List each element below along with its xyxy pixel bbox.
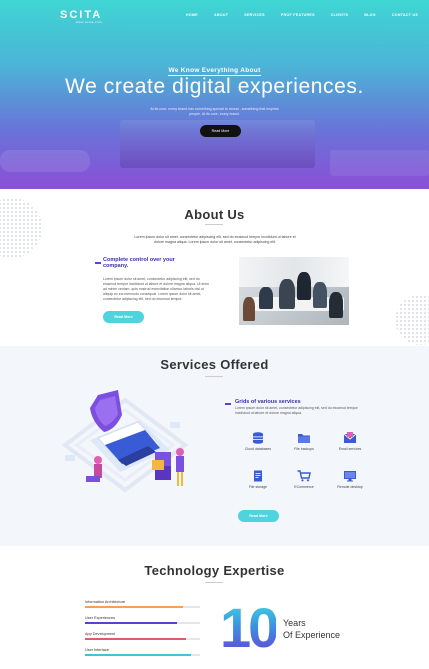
skill-progress-track: [85, 622, 200, 624]
folder-icon: [298, 434, 310, 443]
nav-item-home[interactable]: HOME: [186, 13, 198, 17]
hero-kicker: We Know Everything About: [0, 67, 429, 76]
file-storage-icon: [254, 470, 262, 482]
services-read-more-button[interactable]: Read More: [238, 510, 279, 522]
hero-background-device: [0, 150, 90, 172]
page: SCITA www.scita.com HOME ABOUT SERVICES …: [0, 0, 429, 669]
skill-progress-fill: [85, 606, 183, 608]
feature-label: ECommerce: [294, 485, 314, 489]
about-text: Lorem ipsum dolor sit amet, consectetur …: [103, 277, 210, 301]
skill-progress-fill: [85, 654, 191, 656]
years-number: 10: [220, 596, 279, 659]
skill-item: User Experiences: [85, 616, 200, 624]
feature-label: File backups: [294, 447, 314, 451]
services-text: Lorem ipsum dolor sit amet, consectetur …: [235, 406, 358, 415]
skill-progress-track: [85, 638, 200, 640]
feature-label: Cloud databases: [244, 447, 272, 451]
services-heading: Grids of various services: [235, 399, 301, 405]
nav-item-blog[interactable]: BLOG: [364, 13, 376, 17]
hero-subtitle: At its core, every brand has something s…: [150, 107, 279, 116]
skill-progress-fill: [85, 638, 187, 640]
skill-item: User Interface: [85, 648, 200, 656]
hero-read-more-button[interactable]: Read More: [200, 125, 241, 137]
skill-name: User Interface: [85, 648, 109, 652]
skill-name: Information Architecture: [85, 600, 126, 604]
decorative-dot-pattern: [395, 295, 429, 345]
cart-icon: [297, 470, 311, 482]
feature-email-services[interactable]: Email services: [325, 432, 375, 451]
feature-file-backups[interactable]: File backups: [279, 432, 329, 451]
skill-name: App Development: [85, 632, 116, 636]
nav-item-contact[interactable]: CONTACT US: [392, 13, 418, 17]
feature-cloud-databases[interactable]: Cloud databases: [233, 432, 283, 451]
skill-item: App Development: [85, 632, 200, 640]
services-title: Services Offered: [160, 357, 269, 372]
years-label: Years Of Experience: [283, 617, 340, 641]
skill-name: User Experiences: [85, 616, 115, 620]
skill-progress-fill: [85, 622, 177, 624]
years-label-line2: Of Experience: [283, 630, 341, 640]
about-heading: Complete control over your company.: [103, 257, 175, 269]
heading-accent-bar: [225, 403, 231, 405]
feature-label: Remote desktop: [337, 485, 363, 489]
nav-item-about[interactable]: ABOUT: [214, 13, 228, 17]
desktop-icon: [344, 471, 356, 482]
feature-label: Email services: [338, 447, 362, 451]
title-underline: [205, 224, 223, 225]
hero-title: We create digital experiences.: [65, 75, 364, 98]
feature-label: File storage: [248, 485, 268, 489]
nav-item-clients[interactable]: CLIENTS: [331, 13, 348, 17]
feature-file-storage[interactable]: File storage: [233, 470, 283, 489]
heading-accent-bar: [95, 262, 101, 264]
main-nav: HOME ABOUT SERVICES PROF FEATURES CLIENT…: [186, 13, 429, 17]
team-meeting-photo: [239, 257, 349, 325]
skill-progress-track: [85, 606, 200, 608]
about-read-more-button[interactable]: Read More: [103, 311, 144, 323]
about-title: About Us: [184, 207, 245, 222]
skill-progress-track: [85, 654, 200, 656]
email-icon: [343, 432, 357, 443]
feature-ecommerce[interactable]: ECommerce: [279, 470, 329, 489]
title-underline: [205, 376, 223, 377]
title-underline: [205, 582, 223, 583]
hero-background-device: [330, 150, 429, 176]
logo[interactable]: SCITA www.scita.com: [60, 9, 102, 24]
security-isometric-illustration: [61, 390, 189, 493]
skill-item: Information Architecture: [85, 600, 200, 608]
database-icon: [253, 432, 263, 444]
hero-section: SCITA www.scita.com HOME ABOUT SERVICES …: [0, 0, 429, 189]
tech-title: Technology Expertise: [144, 563, 285, 578]
nav-item-services[interactable]: SERVICES: [244, 13, 265, 17]
feature-remote-desktop[interactable]: Remote desktop: [325, 470, 375, 489]
nav-item-prof-features[interactable]: PROF FEATURES: [281, 13, 315, 17]
years-label-line1: Years: [283, 618, 306, 628]
about-description: Lorem ipsum dolor sit amet, consectetur …: [134, 235, 296, 244]
